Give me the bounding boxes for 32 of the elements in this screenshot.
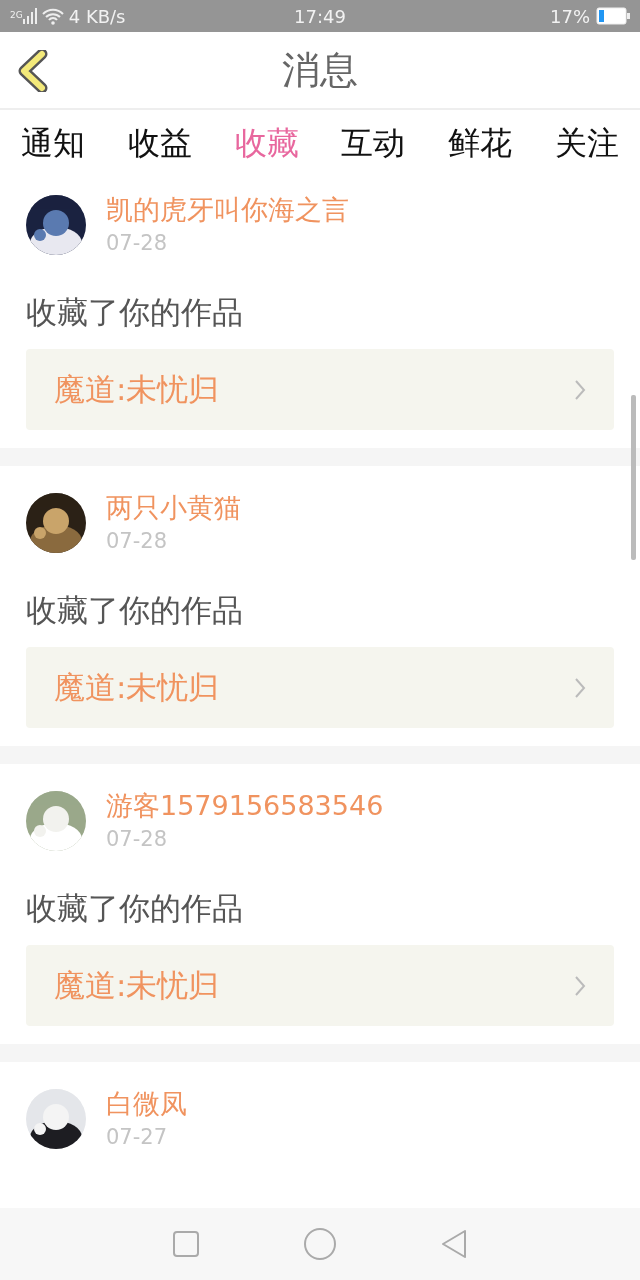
tab[interactable]: 通知 xyxy=(21,124,86,172)
network-type: 2G xyxy=(10,9,23,20)
chevron-icon xyxy=(574,974,586,997)
recent-apps-button[interactable] xyxy=(171,1230,200,1258)
home-button[interactable] xyxy=(303,1227,337,1261)
message-date: 07-28 xyxy=(106,826,169,852)
user-name: 凯的虎牙叫你海之言 xyxy=(106,194,349,226)
message-text: 收藏了你的作品 xyxy=(26,591,244,630)
signal-icon xyxy=(22,8,37,24)
message-text: 收藏了你的作品 xyxy=(26,293,244,332)
tab[interactable]: 关注 xyxy=(554,124,619,172)
page-title: 消息 xyxy=(282,46,358,94)
back-button[interactable] xyxy=(16,50,50,92)
chevron-icon xyxy=(574,676,586,699)
user-name: 游客1579156583546 xyxy=(106,790,384,822)
wifi-icon xyxy=(40,7,65,25)
battery-percent: 17% xyxy=(550,5,590,27)
message-date: 07-28 xyxy=(106,528,169,554)
network-speed: 4 KB/s xyxy=(68,5,126,27)
message-text: 收藏了你的作品 xyxy=(26,889,244,928)
battery-icon xyxy=(596,7,630,25)
message-date: 07-28 xyxy=(106,230,169,256)
tab[interactable]: 鲜花 xyxy=(447,124,512,172)
tab[interactable]: 收益 xyxy=(128,124,192,172)
user-name: 白微凤 xyxy=(106,1088,187,1120)
message-date: 07-27 xyxy=(106,1124,169,1150)
back-nav-button[interactable] xyxy=(440,1228,469,1260)
clock: 17:49 xyxy=(294,5,346,27)
back-icon xyxy=(16,50,50,92)
chevron-icon xyxy=(574,378,586,401)
user-name: 两只小黄猫 xyxy=(106,492,241,524)
tab[interactable]: 互动 xyxy=(341,124,406,172)
